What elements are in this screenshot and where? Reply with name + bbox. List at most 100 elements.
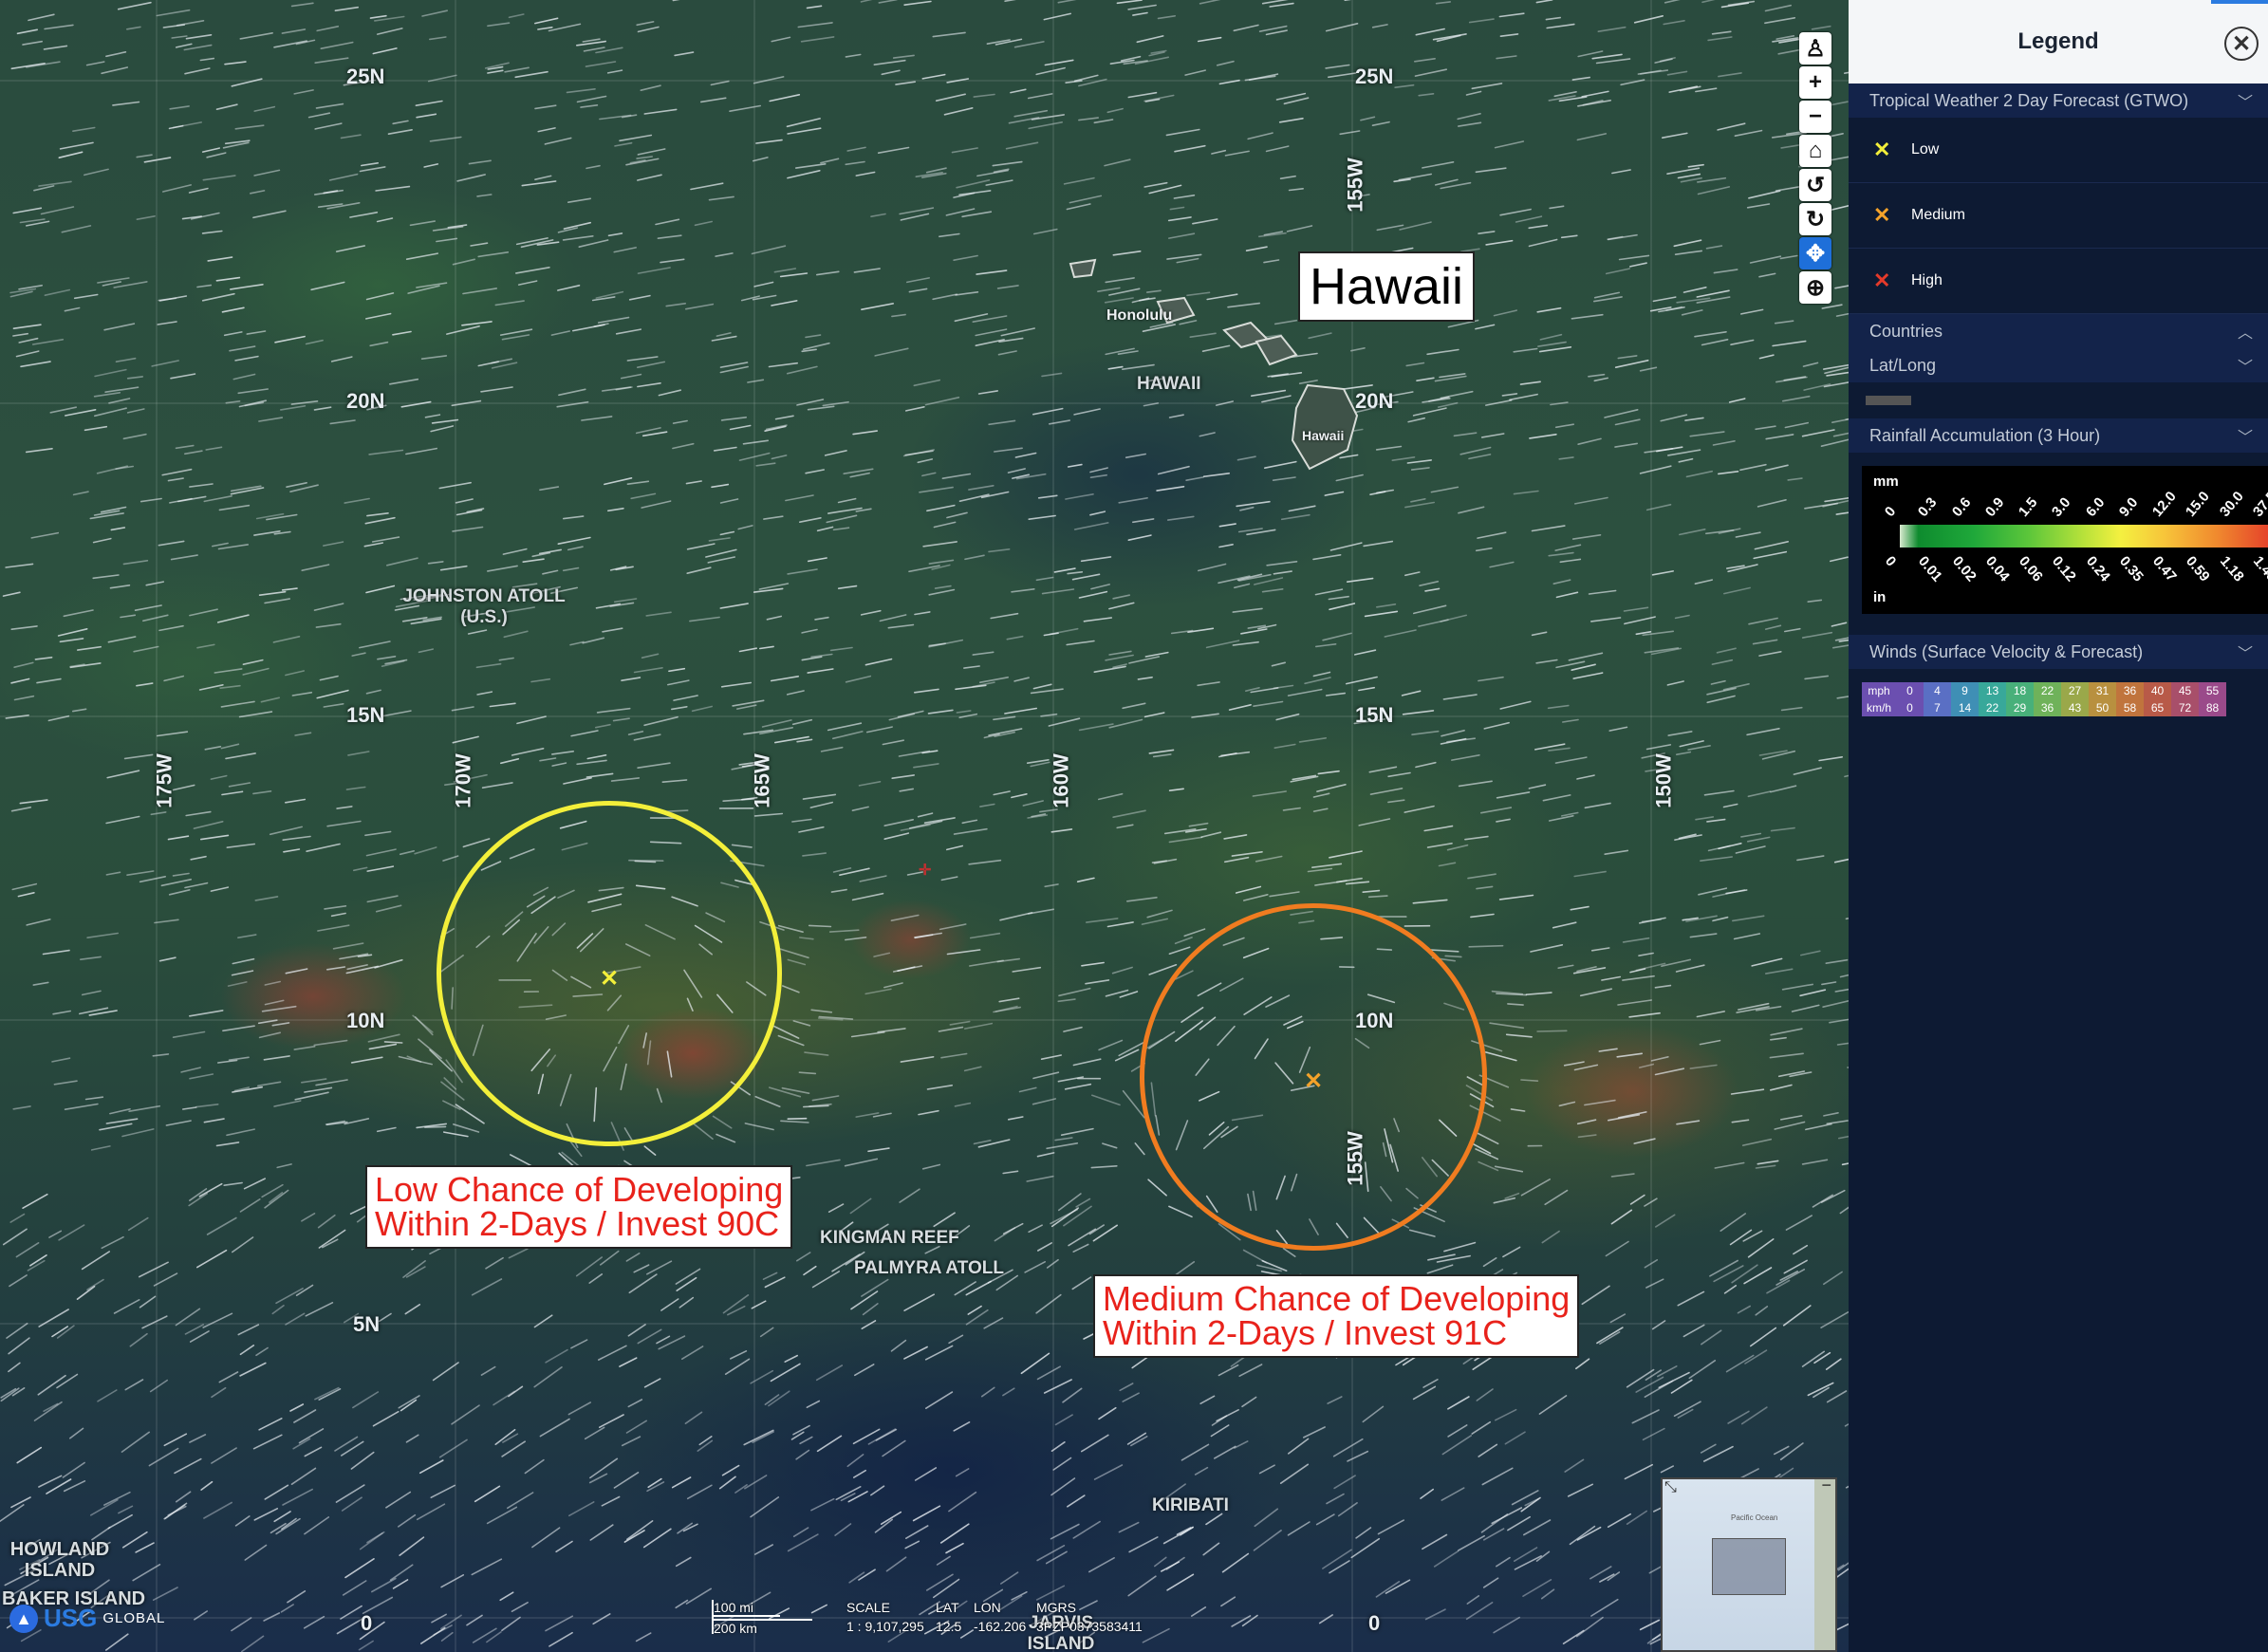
rain-tick-in: 0.59 bbox=[2183, 553, 2214, 585]
wind-scale-cell: 9 bbox=[1951, 682, 1979, 699]
section-latlong-title: Lat/Long bbox=[1869, 355, 1937, 375]
mgrs-readout-label: MGRS bbox=[1036, 1600, 1076, 1615]
legend-topbar bbox=[2211, 0, 2268, 4]
rainfall-gradient bbox=[1900, 525, 2268, 548]
zoom-box-icon[interactable]: ⊕ bbox=[1799, 271, 1831, 304]
place-hawaii-state: HAWAII bbox=[1137, 374, 1201, 394]
place-hawaii-island: Hawaii bbox=[1302, 428, 1345, 443]
lon-label-165w: 165W bbox=[750, 753, 774, 808]
overview-map[interactable]: Pacific Ocean ⤡ − bbox=[1661, 1476, 1837, 1652]
rain-tick-mm: 15.0 bbox=[2183, 488, 2214, 520]
wind-scale-cell: 36 bbox=[2034, 699, 2061, 716]
scale-label: SCALE bbox=[846, 1600, 890, 1615]
wind-scale-cell: 72 bbox=[2171, 699, 2199, 716]
low-marker-icon[interactable]: ✕ bbox=[600, 968, 619, 991]
rain-tick-in: 0 bbox=[1881, 553, 1900, 570]
rain-tick-mm: 30.0 bbox=[2216, 488, 2247, 520]
chevron-down-icon[interactable]: ﹀ bbox=[2238, 424, 2253, 447]
brand-icon: ▲ bbox=[9, 1604, 38, 1633]
wind-scale-cell: 0 bbox=[1896, 699, 1924, 716]
overview-label: Pacific Ocean bbox=[1731, 1513, 1778, 1522]
legend-panel: Legend ✕ Tropical Weather 2 Day Forecast… bbox=[1849, 0, 2268, 1652]
wind-scale-cell: 45 bbox=[2171, 682, 2199, 699]
wind-scale-cell: 88 bbox=[2199, 699, 2226, 716]
rain-tick-mm: 0.3 bbox=[1915, 494, 1941, 520]
chevron-down-icon[interactable]: ﹀ bbox=[2238, 640, 2253, 663]
place-johnston-atoll-sub: (U.S.) bbox=[460, 607, 508, 627]
legend-title: Legend bbox=[2017, 28, 2099, 54]
legend-item-low: ✕ Low bbox=[1849, 118, 2268, 183]
medium-chance-callout: Medium Chance of Developing Within 2-Day… bbox=[1093, 1274, 1580, 1358]
wind-row-kmh: km/h 0 7 14 22 29 36 43 50 58 65 72 88 bbox=[1862, 699, 2226, 716]
chevron-down-icon[interactable]: ﹀ bbox=[2238, 354, 2253, 377]
legend-item-label: Medium bbox=[1911, 207, 1965, 223]
place-howland-island: HOWLAND ISLAND bbox=[9, 1539, 110, 1581]
rain-tick-in: 1.18 bbox=[2216, 553, 2247, 585]
legend-item-medium: ✕ Medium bbox=[1849, 183, 2268, 249]
wind-scale-cell: 29 bbox=[2006, 699, 2034, 716]
section-gtwo-title: Tropical Weather 2 Day Forecast (GTWO) bbox=[1869, 90, 2189, 110]
lat-label-25n-right: 25N bbox=[1355, 65, 1394, 88]
section-gtwo[interactable]: Tropical Weather 2 Day Forecast (GTWO) ﹀ bbox=[1849, 84, 2268, 118]
chevron-down-icon[interactable]: ﹀ bbox=[2238, 89, 2253, 112]
map-canvas[interactable]: 25N 20N 15N 10N 5N 0 25N 20N 15N 10N 0 1… bbox=[0, 0, 1849, 1652]
low-x-icon: ✕ bbox=[1873, 138, 1891, 161]
rain-tick-mm: 0 bbox=[1881, 503, 1900, 520]
rotate-right-icon[interactable]: ↻ bbox=[1799, 203, 1831, 235]
person-icon[interactable]: ♙ bbox=[1799, 32, 1831, 65]
wind-scale-table: mph 0 4 9 13 18 22 27 31 36 40 45 55 km/h 0 7 14 22 29 36 4… bbox=[1862, 682, 2226, 716]
medium-x-icon: ✕ bbox=[1873, 203, 1891, 227]
wind-scale-cell: 27 bbox=[2061, 682, 2089, 699]
overview-collapse-icon[interactable]: − bbox=[1821, 1476, 1831, 1495]
rain-tick-mm: 6.0 bbox=[2082, 494, 2109, 520]
overview-viewport[interactable] bbox=[1712, 1538, 1786, 1595]
rain-tick-in: 0.35 bbox=[2115, 553, 2147, 585]
home-icon[interactable]: ⌂ bbox=[1799, 135, 1831, 167]
mgrs-readout-value: 3PZP0373583411 bbox=[1036, 1619, 1143, 1634]
section-latlong[interactable]: Lat/Long ﹀ bbox=[1849, 348, 2268, 382]
wind-scale-cell: 13 bbox=[1979, 682, 2006, 699]
lat-label-5n: 5N bbox=[353, 1312, 381, 1336]
wind-scale-cell: 31 bbox=[2089, 682, 2116, 699]
section-countries[interactable]: Countries ︿ bbox=[1849, 314, 2268, 348]
section-rainfall[interactable]: Rainfall Accumulation (3 Hour) ﹀ bbox=[1849, 418, 2268, 453]
medium-callout-line1: Medium Chance of Developing bbox=[1103, 1279, 1571, 1318]
rain-tick-mm: 0.6 bbox=[1948, 494, 1974, 520]
wind-scale-cell: 0 bbox=[1896, 682, 1924, 699]
overview-expand-icon[interactable]: ⤡ bbox=[1664, 1479, 1677, 1496]
latlong-swatch bbox=[1866, 396, 1911, 405]
place-kiribati: KIRIBATI bbox=[1152, 1495, 1229, 1515]
rain-tick-in: 0.47 bbox=[2149, 553, 2180, 585]
brand-logo: ▲ USG GLOBAL bbox=[9, 1604, 165, 1633]
wind-streaks-layer bbox=[0, 0, 1849, 1652]
scale-dist-km: 200 km bbox=[714, 1619, 812, 1636]
wind-row-mph: mph 0 4 9 13 18 22 27 31 36 40 45 55 bbox=[1862, 682, 2226, 699]
rain-tick-in: 0.02 bbox=[1948, 553, 1980, 585]
lat-label-0: 0 bbox=[361, 1611, 373, 1635]
zoom-out-icon[interactable]: − bbox=[1799, 101, 1831, 133]
section-winds[interactable]: Winds (Surface Velocity & Forecast) ﹀ bbox=[1849, 635, 2268, 669]
chevron-up-icon[interactable]: ︿ bbox=[2238, 320, 2253, 343]
brand-text: USG bbox=[44, 1604, 98, 1632]
lon-readout-label: LON bbox=[974, 1600, 1001, 1615]
rain-tick-in: 0.12 bbox=[2049, 553, 2080, 585]
center-crosshair-icon: ✛ bbox=[919, 863, 932, 879]
pan-icon[interactable]: ✥ bbox=[1799, 237, 1831, 269]
section-rainfall-title: Rainfall Accumulation (3 Hour) bbox=[1869, 425, 2101, 445]
close-icon[interactable]: ✕ bbox=[2224, 27, 2259, 61]
lon-label-150w: 150W bbox=[1651, 753, 1676, 808]
wind-unit-label: km/h bbox=[1862, 699, 1896, 716]
rain-tick-mm: 37.5 bbox=[2249, 488, 2268, 520]
scale-value: 1 : 9,107,295 bbox=[846, 1619, 924, 1634]
wind-scale-cell: 4 bbox=[1924, 682, 1951, 699]
place-johnston-atoll: JOHNSTON ATOLL (U.S.) bbox=[399, 586, 569, 628]
lat-readout-label: LAT bbox=[936, 1600, 959, 1615]
medium-marker-icon[interactable]: ✕ bbox=[1304, 1070, 1323, 1093]
rotate-left-icon[interactable]: ↺ bbox=[1799, 169, 1831, 201]
zoom-in-icon[interactable]: + bbox=[1799, 66, 1831, 99]
hawaii-callout: Hawaii bbox=[1298, 251, 1476, 322]
low-callout-line1: Low Chance of Developing bbox=[375, 1170, 784, 1209]
rain-unit-mm: mm bbox=[1873, 473, 1899, 490]
wind-scale-cell: 22 bbox=[1979, 699, 2006, 716]
wind-scale-cell: 50 bbox=[2089, 699, 2116, 716]
